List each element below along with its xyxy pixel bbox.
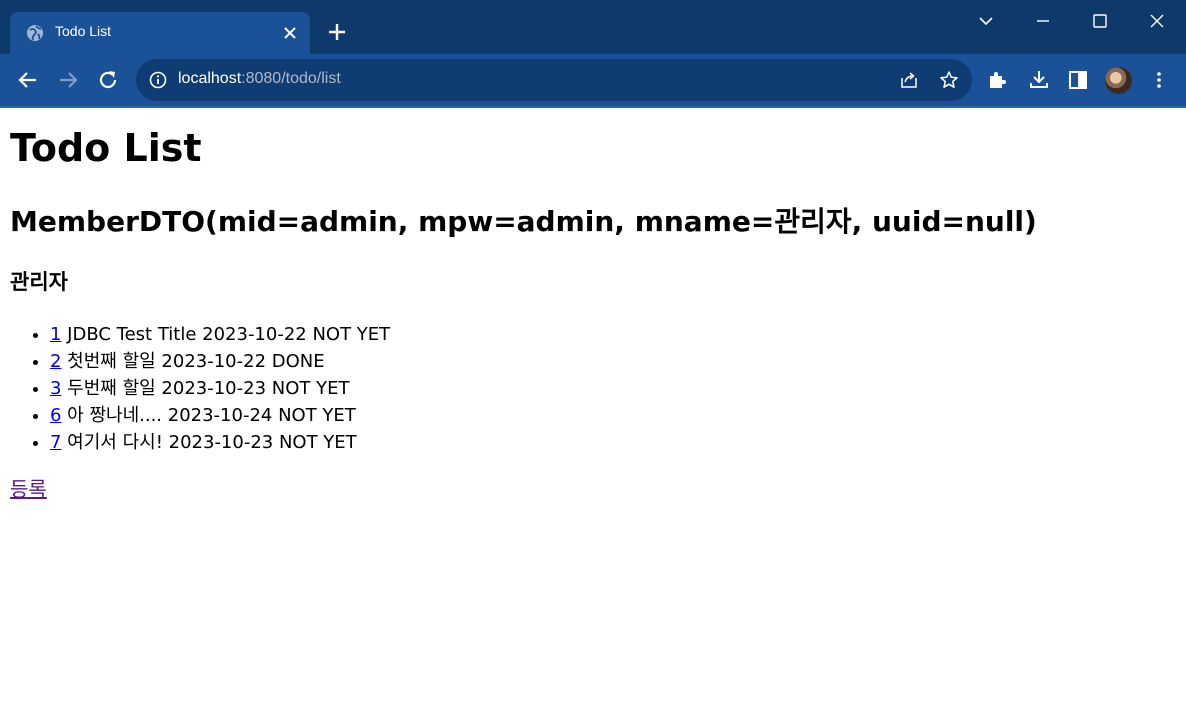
download-icon[interactable]: [1026, 67, 1052, 93]
member-name: 관리자: [10, 270, 68, 294]
todo-list: 1 JDBC Test Title 2023-10-22 NOT YET 2 첫…: [10, 321, 1176, 456]
todo-link[interactable]: 1: [50, 324, 61, 345]
globe-icon: [27, 25, 43, 41]
page-title: Todo List: [10, 126, 202, 170]
browser-tab[interactable]: Todo List: [10, 12, 310, 54]
maximize-icon[interactable]: [1087, 8, 1113, 34]
todo-text: 여기서 다시! 2023-10-23 NOT YET: [61, 432, 357, 453]
todo-text: 첫번째 할일 2023-10-22 DONE: [61, 351, 325, 372]
site-info-icon[interactable]: [147, 69, 169, 91]
browser-titlebar: Todo List: [0, 0, 1186, 54]
todo-item: 6 아 짱나네.... 2023-10-24 NOT YET: [50, 402, 1176, 429]
minimize-icon[interactable]: [1030, 8, 1056, 34]
todo-item: 2 첫번째 할일 2023-10-22 DONE: [50, 348, 1176, 375]
page-content: Todo List MemberDTO(mid=admin, mpw=admin…: [10, 108, 1176, 503]
todo-item: 1 JDBC Test Title 2023-10-22 NOT YET: [50, 321, 1176, 348]
bookmark-star-icon[interactable]: [938, 69, 960, 91]
share-icon[interactable]: [898, 69, 920, 91]
todo-text: 두번째 할일 2023-10-23 NOT YET: [61, 378, 350, 399]
url-host: localhost: [178, 70, 242, 87]
todo-item: 3 두번째 할일 2023-10-23 NOT YET: [50, 375, 1176, 402]
todo-link[interactable]: 3: [50, 378, 61, 399]
forward-icon[interactable]: [55, 67, 81, 93]
new-tab-icon[interactable]: [325, 20, 349, 44]
todo-link[interactable]: 2: [50, 351, 61, 372]
todo-item: 7 여기서 다시! 2023-10-23 NOT YET: [50, 429, 1176, 456]
profile-avatar[interactable]: [1105, 67, 1132, 94]
reload-icon[interactable]: [95, 67, 121, 93]
tab-title: Todo List: [55, 23, 112, 39]
browser-toolbar: localhost:8080/todo/list: [0, 54, 1186, 106]
todo-link[interactable]: 6: [50, 405, 61, 426]
tab-search-icon[interactable]: [973, 8, 999, 34]
url-text: localhost:8080/todo/list: [178, 70, 341, 88]
url-path: :8080/todo/list: [241, 70, 341, 87]
todo-text: JDBC Test Title 2023-10-22 NOT YET: [61, 324, 391, 345]
address-bar[interactable]: localhost:8080/todo/list: [136, 59, 972, 101]
side-panel-icon[interactable]: [1065, 67, 1091, 93]
close-tab-icon[interactable]: [282, 25, 298, 41]
extensions-icon[interactable]: [985, 67, 1011, 93]
todo-link[interactable]: 7: [50, 432, 61, 453]
back-icon[interactable]: [15, 67, 41, 93]
member-info: MemberDTO(mid=admin, mpw=admin, mname=관리…: [10, 205, 1037, 238]
close-window-icon[interactable]: [1144, 8, 1170, 34]
register-link[interactable]: 등록: [10, 476, 1176, 503]
menu-kebab-icon[interactable]: [1146, 67, 1172, 93]
todo-text: 아 짱나네.... 2023-10-24 NOT YET: [61, 405, 356, 426]
